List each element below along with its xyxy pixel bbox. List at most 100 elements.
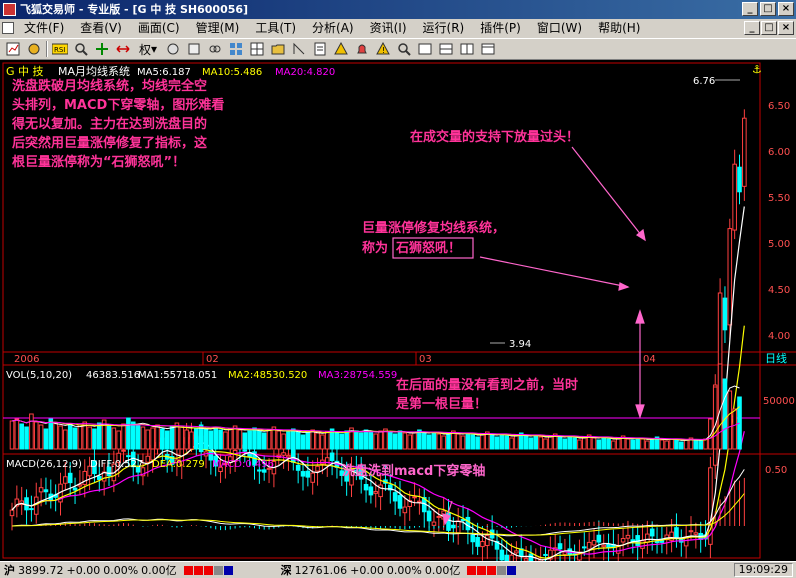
close-button[interactable]: ×: [778, 2, 794, 16]
pin-icon[interactable]: ⚓: [752, 63, 762, 76]
candle-body: [485, 535, 490, 546]
volume-bar: [548, 435, 553, 450]
candle-body: [33, 496, 39, 515]
grid-icon[interactable]: [248, 40, 266, 58]
info-icon[interactable]: [311, 40, 329, 58]
candle-body: [586, 541, 592, 550]
menu-help[interactable]: 帮助(H): [590, 19, 648, 38]
volume-bar: [266, 429, 272, 450]
price-tick: 4.00: [768, 331, 790, 342]
volume-bar: [528, 437, 534, 450]
tile-icon[interactable]: [227, 40, 245, 58]
annotation-limit-up-box: 石狮怒吼！: [396, 241, 462, 256]
menu-view[interactable]: 查看(V): [72, 19, 130, 38]
sh-index-section[interactable]: 沪 3899.72 +0.00 0.00% 0.00亿: [0, 562, 233, 578]
volume-bar: [509, 437, 514, 450]
candle-body: [480, 541, 485, 548]
svg-text:!: !: [382, 46, 385, 55]
volume-bar: [722, 378, 728, 450]
warning-icon[interactable]: !: [374, 40, 392, 58]
weight-selector[interactable]: 权 ▾: [135, 40, 161, 58]
chart-icon[interactable]: [4, 40, 22, 58]
move-icon[interactable]: [93, 40, 111, 58]
candle-body: [596, 534, 602, 543]
compare-icon[interactable]: [206, 40, 224, 58]
rsi-icon[interactable]: RSI: [51, 40, 69, 58]
layout-4-icon[interactable]: [479, 40, 497, 58]
candle-body: [417, 500, 422, 503]
layout-3-icon[interactable]: [458, 40, 476, 58]
candle-body: [392, 492, 398, 502]
maximize-button[interactable]: □: [760, 2, 776, 16]
folder-icon[interactable]: [269, 40, 287, 58]
alert-icon[interactable]: [332, 40, 350, 58]
menu-window[interactable]: 窗口(W): [529, 19, 590, 38]
menu-file[interactable]: 文件(F): [16, 19, 72, 38]
arrow-left-right-icon[interactable]: [114, 40, 132, 58]
sz-index-section[interactable]: 深 12761.06 +0.00 0.00% 0.00亿: [277, 562, 517, 578]
candle-body: [601, 544, 607, 548]
settings-icon[interactable]: [25, 40, 43, 58]
mdi-minimize-button[interactable]: _: [744, 21, 760, 35]
volume-bar: [344, 430, 349, 450]
chart-type-icon[interactable]: [290, 40, 308, 58]
volume-bar: [708, 418, 713, 450]
macd-dea-line: [11, 493, 745, 536]
candlestick-series: [9, 109, 747, 578]
menu-tools[interactable]: 工具(T): [247, 19, 304, 38]
volume-bar: [470, 434, 476, 450]
price-tick: 5.50: [768, 193, 790, 204]
bell-icon[interactable]: [353, 40, 371, 58]
volume-bar: [339, 433, 345, 450]
search-icon[interactable]: [395, 40, 413, 58]
menu-run[interactable]: 运行(R): [415, 19, 473, 38]
candle-body: [436, 515, 442, 518]
minimize-button[interactable]: _: [742, 2, 758, 16]
candle-body: [97, 476, 102, 480]
menu-analysis[interactable]: 分析(A): [304, 19, 362, 38]
period-label[interactable]: 日线: [765, 351, 787, 365]
volume-bar: [145, 429, 151, 450]
volume-bar: [33, 421, 39, 450]
candle-body: [67, 472, 73, 484]
volume-bar: [698, 440, 704, 450]
period-icon[interactable]: [164, 40, 182, 58]
volume-bar: [72, 427, 78, 450]
volume-bar: [645, 440, 650, 450]
sz-change: +0.00: [350, 563, 384, 577]
candle-body: [315, 465, 320, 472]
layout-2-icon[interactable]: [437, 40, 455, 58]
volume-bar: [43, 428, 49, 450]
weight-label: 权: [138, 42, 151, 57]
app-icon: [3, 3, 16, 16]
ma5-line: [11, 206, 745, 561]
candle-body: [499, 549, 505, 561]
candle-body: [121, 449, 126, 452]
candle-body: [742, 117, 747, 187]
candle-body: [732, 163, 737, 231]
volume-bar: [252, 427, 257, 450]
volume-bar: [606, 438, 611, 450]
candle-body: [257, 469, 262, 472]
list-icon[interactable]: [185, 40, 203, 58]
zoom-in-icon[interactable]: [72, 40, 90, 58]
menu-screen[interactable]: 画面(C): [130, 19, 188, 38]
candle-body: [426, 510, 432, 522]
volume-bar: [567, 435, 573, 450]
volume-bar: [436, 433, 442, 450]
document-icon[interactable]: [2, 22, 14, 34]
volume-bar: [150, 427, 155, 450]
candle-body: [402, 506, 408, 514]
annotation-main: 洗盘跌破月均线系统，均线完全空 头排列，MACD下穿零轴，图形难看 得无以复加。…: [12, 79, 225, 170]
chart-area[interactable]: G 中 技 MA月均线系统 MA5:6.187 MA10:5.486 MA20:…: [0, 61, 796, 578]
layout-1-icon[interactable]: [416, 40, 434, 58]
candle-body: [126, 455, 131, 458]
volume-bar: [213, 426, 218, 450]
mdi-close-button[interactable]: ×: [778, 21, 794, 35]
menu-info[interactable]: 资讯(I): [362, 19, 415, 38]
menu-manage[interactable]: 管理(M): [188, 19, 248, 38]
menu-plugins[interactable]: 插件(P): [472, 19, 529, 38]
volume-bar: [363, 429, 369, 450]
mdi-restore-button[interactable]: □: [761, 21, 777, 35]
volume-bar: [24, 426, 29, 450]
